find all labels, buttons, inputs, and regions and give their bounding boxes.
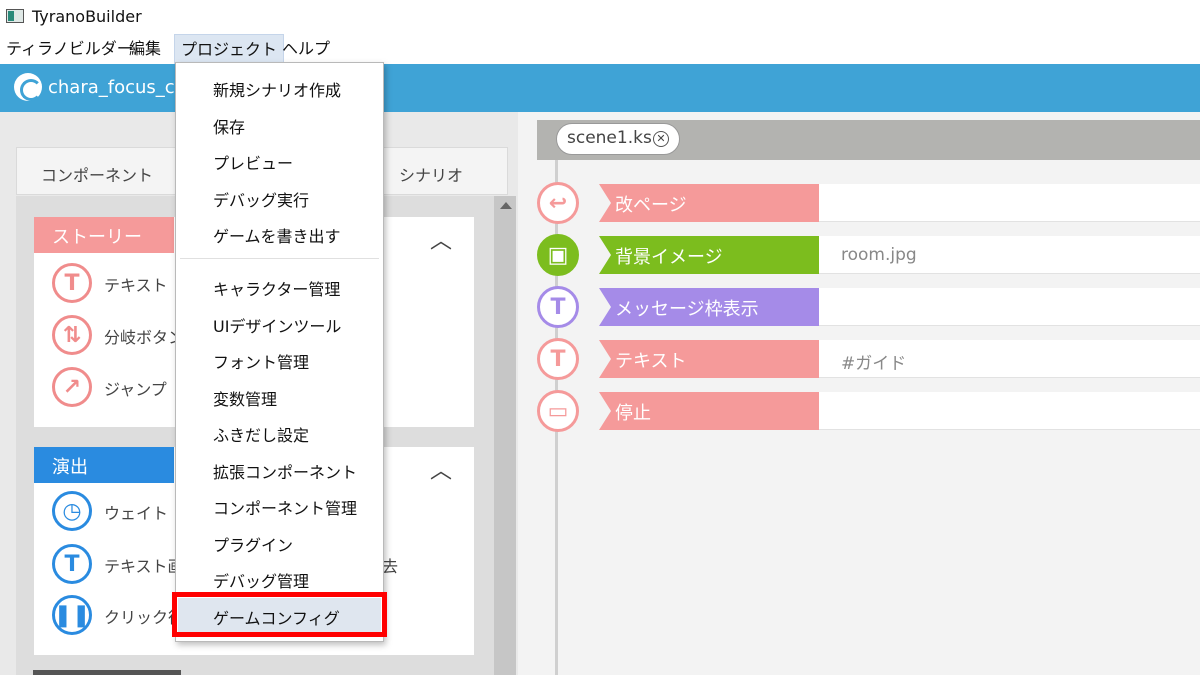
scene-row-value[interactable] — [819, 392, 1200, 430]
window-title: TyranoBuilder — [32, 7, 142, 26]
text-icon: T — [52, 263, 92, 303]
close-icon[interactable]: ✕ — [653, 131, 669, 147]
background-image-icon: ▣ — [537, 234, 579, 276]
scene-row-value[interactable]: #ガイド — [819, 340, 1200, 378]
scroll-up-icon[interactable] — [500, 202, 512, 209]
menu-item-component-manager[interactable]: コンポーネント管理 — [213, 495, 357, 519]
scene-row-value[interactable] — [819, 184, 1200, 222]
group-effects-header[interactable]: 演出 — [34, 447, 174, 483]
tab-components[interactable]: コンポーネント — [41, 162, 153, 186]
scene-row-label: 停止 — [599, 392, 819, 430]
scene-row-label: テキスト — [599, 340, 819, 378]
pause-icon: ❚❚ — [52, 595, 92, 635]
menu-item-ui-design-tool[interactable]: UIデザインツール — [213, 313, 341, 337]
scene-row-label: 背景イメージ — [599, 236, 819, 274]
clock-icon: ◷ — [52, 491, 92, 531]
highlight-annotation-box — [172, 592, 387, 637]
page-return-icon: ↩ — [537, 182, 579, 224]
jump-icon: ↗ — [52, 367, 92, 407]
component-label-partial: 去 — [382, 557, 399, 576]
menu-help[interactable]: ヘルプ — [276, 34, 336, 64]
menu-item-new-scenario[interactable]: 新規シナリオ作成 — [213, 77, 341, 101]
scene-row-text[interactable]: T テキスト #ガイド — [537, 338, 1200, 380]
menu-item-export-game[interactable]: ゲームを書き出す — [213, 223, 341, 247]
collapse-chevron-icon[interactable]: ︿ — [430, 453, 452, 485]
menu-item-variable-manager[interactable]: 変数管理 — [213, 386, 277, 410]
menu-item-extension-components[interactable]: 拡張コンポーネント — [213, 459, 357, 483]
scene-row-background[interactable]: ▣ 背景イメージ room.jpg — [537, 234, 1200, 276]
group-story-header[interactable]: ストーリー — [34, 217, 174, 253]
branch-icon: ⇅ — [52, 315, 92, 355]
component-label: テキスト — [104, 276, 168, 295]
scene-row-page-break[interactable]: ↩ 改ページ — [537, 182, 1200, 224]
component-label: テキスト画 — [104, 557, 184, 576]
menu-item-debug-run[interactable]: デバッグ実行 — [213, 187, 309, 211]
scene-row-value[interactable]: room.jpg — [819, 236, 1200, 274]
menu-bar: ティラノビルダー 編集 プロジェクト ヘルプ — [0, 34, 1200, 64]
project-name: chara_focus_cu — [48, 77, 187, 98]
app-icon — [6, 9, 24, 23]
menu-item-plugin[interactable]: プラグイン — [213, 532, 293, 556]
scene-tab[interactable]: scene1.ks ✕ — [556, 123, 680, 155]
scene-row-label: メッセージ枠表示 — [599, 288, 819, 326]
scene-tab-label: scene1.ks — [567, 128, 652, 148]
tab-scenario[interactable]: シナリオ — [399, 162, 463, 186]
menu-tyranobuilder[interactable]: ティラノビルダー — [0, 34, 139, 64]
menu-item-speech-bubble-settings[interactable]: ふきだし設定 — [213, 422, 309, 446]
component-label: ウェイト — [104, 504, 169, 523]
text-effect-icon: T — [52, 544, 92, 584]
scene-row-label: 改ページ — [599, 184, 819, 222]
component-label: 分岐ボタン — [104, 328, 185, 347]
component-label: ジャンプ — [104, 380, 167, 399]
menu-project[interactable]: プロジェクト — [174, 34, 285, 64]
component-list-scrollbar[interactable] — [494, 196, 516, 675]
menu-separator — [180, 258, 379, 259]
menu-item-font-manager[interactable]: フォント管理 — [213, 349, 309, 373]
collapse-chevron-icon[interactable]: ︿ — [430, 223, 452, 255]
scene-row-message-frame[interactable]: T メッセージ枠表示 — [537, 286, 1200, 328]
menu-item-save[interactable]: 保存 — [213, 114, 245, 138]
scene-row-stop[interactable]: ▭ 停止 — [537, 390, 1200, 432]
title-bar: TyranoBuilder — [0, 0, 1200, 34]
text-icon: T — [537, 338, 579, 380]
menu-item-preview[interactable]: プレビュー — [213, 150, 293, 174]
stop-icon: ▭ — [537, 390, 579, 432]
tyrano-logo-icon — [14, 73, 42, 101]
scene-row-value[interactable] — [819, 288, 1200, 326]
menu-edit[interactable]: 編集 — [123, 34, 167, 64]
menu-item-character-manager[interactable]: キャラクター管理 — [213, 276, 340, 300]
menu-item-debug-manager[interactable]: デバッグ管理 — [213, 568, 309, 592]
message-frame-icon: T — [537, 286, 579, 328]
group-next-header — [33, 670, 181, 675]
project-dropdown-menu: 新規シナリオ作成 保存 プレビュー デバッグ実行 ゲームを書き出す キャラクター… — [175, 62, 384, 642]
